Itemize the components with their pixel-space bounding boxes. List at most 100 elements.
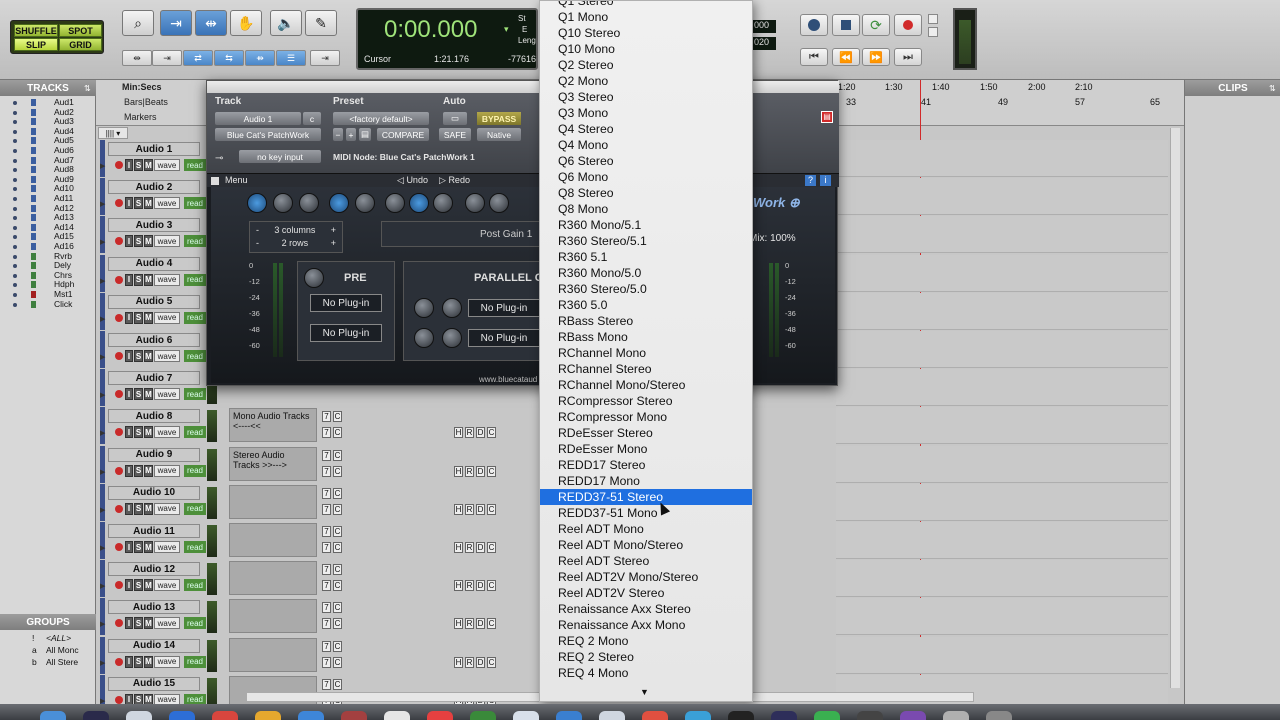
preset-prev-button[interactable]: −	[333, 128, 343, 141]
track-view-selector[interactable]: wave	[154, 159, 180, 171]
record-enable-icon[interactable]	[115, 466, 123, 475]
track-expand-icon[interactable]: ▶	[100, 620, 105, 628]
rewind-button[interactable]: ⏪	[832, 48, 860, 66]
hrdc-cell[interactable]: H	[454, 580, 463, 592]
io-cell[interactable]: C	[333, 542, 342, 553]
tracklist-item[interactable]: Aud6	[0, 145, 96, 156]
hrdc-cell[interactable]: C	[487, 580, 496, 592]
track-expand-icon[interactable]: ▶	[100, 277, 105, 285]
input-monitor-button[interactable]: I	[125, 235, 133, 248]
track-name[interactable]: Audio 3	[108, 218, 200, 233]
input-monitor-button[interactable]: I	[125, 464, 133, 477]
track-expand-icon[interactable]: ▶	[100, 468, 105, 476]
preset-selector[interactable]: <factory default>	[333, 112, 429, 125]
menu-item[interactable]: Q3 Mono	[540, 105, 752, 121]
dock-app-icon[interactable]	[298, 711, 324, 720]
automation-button[interactable]: ▭	[443, 112, 467, 125]
menu-item[interactable]: RBass Mono	[540, 329, 752, 345]
dock-app-icon[interactable]	[685, 711, 711, 720]
solo-button[interactable]: S	[134, 159, 143, 171]
track-name[interactable]: Audio 1	[108, 142, 200, 156]
tracklist-item[interactable]: Aud7	[0, 155, 96, 166]
io-cell[interactable]: C	[333, 503, 342, 515]
track-view-selector[interactable]: wave	[154, 655, 180, 668]
track-name[interactable]: Audio 9	[108, 447, 200, 462]
rows-plus[interactable]: +	[331, 238, 336, 249]
dock-app-icon[interactable]	[40, 711, 66, 720]
io-cell[interactable]: C	[333, 411, 342, 423]
track-playlist-lane[interactable]	[836, 140, 1168, 177]
hrdc-cell[interactable]: C	[487, 656, 496, 668]
track-expand-icon[interactable]: ▶	[100, 200, 105, 208]
track-name[interactable]: Audio 4	[108, 256, 200, 271]
show-hide-dot-icon[interactable]	[13, 235, 17, 240]
key-input-selector[interactable]: no key input	[239, 150, 321, 163]
plugin-selector[interactable]: Blue Cat's PatchWork	[215, 128, 321, 141]
menu-item[interactable]: REDD37-51 Mono	[540, 505, 752, 521]
solo-button[interactable]: S	[134, 235, 143, 248]
io-cell[interactable]: 7	[322, 427, 331, 439]
insertion-follows-button[interactable]: ⇻	[245, 50, 275, 66]
dock-app-icon[interactable]	[857, 711, 883, 720]
menu-item[interactable]: R360 Mono/5.1	[540, 217, 752, 233]
menu-item[interactable]: REQ 2 Stereo	[540, 649, 752, 665]
track-name[interactable]: Audio 15	[108, 676, 200, 691]
show-hide-dot-icon[interactable]	[13, 158, 17, 163]
io-cell[interactable]: C	[333, 640, 342, 652]
menu-item[interactable]: Q6 Mono	[540, 169, 752, 185]
mute-button[interactable]: M	[144, 617, 153, 630]
track-view-selector[interactable]: wave	[154, 350, 180, 362]
solo-button[interactable]: S	[134, 426, 143, 439]
return-to-zero-button[interactable]: ⏮	[800, 48, 828, 66]
tracklist-item[interactable]: Rvrb	[0, 251, 96, 262]
menu-item[interactable]: R360 5.1	[540, 249, 752, 265]
track-comment[interactable]	[229, 637, 317, 672]
scrubber-tool-button[interactable]: 🔈	[270, 10, 302, 36]
show-hide-dot-icon[interactable]	[13, 110, 17, 115]
record-button[interactable]	[894, 14, 922, 36]
menu-item[interactable]: REDD17 Stereo	[540, 457, 752, 473]
menu-item[interactable]: RChannel Stereo	[540, 361, 752, 377]
automation-mode-selector[interactable]: read	[184, 426, 206, 439]
io-cell[interactable]: C	[333, 449, 342, 461]
track-name[interactable]: Audio 6	[108, 333, 200, 347]
hrdc-cell[interactable]: D	[476, 618, 485, 630]
track-expand-icon[interactable]: ▶	[100, 315, 105, 323]
automation-mode-selector[interactable]: read	[184, 197, 206, 210]
hrdc-cell[interactable]: R	[465, 542, 474, 553]
show-hide-dot-icon[interactable]	[13, 273, 17, 278]
track-view-selector[interactable]: wave	[154, 579, 180, 592]
io-cell[interactable]: C	[333, 618, 342, 630]
menu-item[interactable]: RCompressor Mono	[540, 409, 752, 425]
show-hide-dot-icon[interactable]	[13, 302, 17, 307]
wrench-icon[interactable]	[489, 193, 509, 213]
menu-item[interactable]: Q6 Stereo	[540, 153, 752, 169]
io-cell[interactable]: 7	[322, 564, 331, 576]
io-cell[interactable]: 7	[322, 656, 331, 668]
track-view-selector[interactable]: wave	[154, 273, 180, 286]
online-button[interactable]	[800, 14, 828, 36]
automation-mode-selector[interactable]: read	[184, 388, 206, 401]
show-hide-dot-icon[interactable]	[13, 254, 17, 259]
menu-item[interactable]: RDeEsser Mono	[540, 441, 752, 457]
mute-button[interactable]: M	[144, 502, 153, 515]
input-monitor-button[interactable]: I	[125, 388, 133, 401]
dock-app-icon[interactable]	[470, 711, 496, 720]
automation-mode-selector[interactable]: read	[184, 311, 206, 324]
track-comment[interactable]	[229, 484, 317, 519]
hrdc-cell[interactable]: R	[465, 503, 474, 515]
tracklist-item[interactable]: Aud9	[0, 174, 96, 185]
io-cell[interactable]: 7	[322, 526, 331, 537]
mute-button[interactable]: M	[144, 197, 153, 210]
track-expand-icon[interactable]: ▶	[100, 659, 105, 667]
menu-item[interactable]: R360 Stereo/5.0	[540, 281, 752, 297]
info-button[interactable]: i	[820, 175, 831, 186]
mute-button[interactable]: M	[144, 388, 153, 401]
menu-item[interactable]: Renaissance Axx Mono	[540, 617, 752, 633]
bars-icon[interactable]	[329, 193, 349, 213]
record-enable-icon[interactable]	[115, 581, 123, 590]
chain1-knob-a[interactable]	[414, 298, 434, 318]
dock-app-icon[interactable]	[599, 711, 625, 720]
dock-app-icon[interactable]	[126, 711, 152, 720]
dock-app-icon[interactable]	[83, 711, 109, 720]
